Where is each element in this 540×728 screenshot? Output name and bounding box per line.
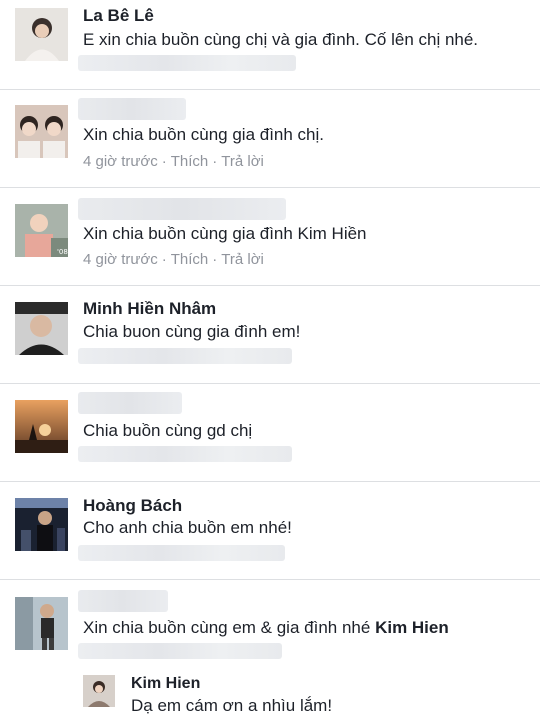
reply-avatar[interactable] bbox=[83, 675, 115, 707]
blurred-meta bbox=[78, 545, 285, 561]
avatar[interactable] bbox=[15, 400, 68, 453]
comment-time: 4 giờ trước bbox=[83, 251, 158, 268]
blurred-meta bbox=[78, 55, 296, 71]
reply-link[interactable]: Trả lời bbox=[221, 251, 264, 268]
comment-author[interactable]: Minh Hiền Nhâm bbox=[83, 299, 216, 319]
blurred-author bbox=[78, 590, 168, 612]
comment-text: Xin chia buồn cùng gia đình Kim Hiền bbox=[83, 224, 367, 243]
blurred-meta bbox=[78, 348, 292, 364]
comment-3: '08 Xin chia buồn cùng gia đình Kim Hiền… bbox=[0, 188, 540, 286]
blurred-author bbox=[78, 98, 186, 120]
avatar[interactable] bbox=[15, 302, 68, 355]
blurred-author bbox=[78, 198, 286, 220]
blurred-author bbox=[78, 392, 182, 414]
like-link[interactable]: Thích bbox=[171, 251, 209, 268]
blurred-meta bbox=[78, 446, 292, 462]
comment-author[interactable]: La Bê Lê bbox=[83, 6, 154, 26]
reply-text: Dạ em cám ơn a nhìu lắm! bbox=[131, 696, 333, 715]
avatar[interactable]: '08 bbox=[15, 204, 68, 257]
separator-dot: · bbox=[212, 153, 218, 170]
comment-4: Minh Hiền Nhâm Chia buon cùng gia đình e… bbox=[0, 286, 540, 384]
comment-2: Xin chia buồn cùng gia đình chị. 4 giờ t… bbox=[0, 90, 540, 188]
comment-7: Xin chia buồn cùng em & gia đình nhé Kim… bbox=[0, 580, 540, 728]
avatar[interactable] bbox=[15, 105, 68, 158]
like-link[interactable]: Thích bbox=[171, 153, 209, 170]
comment-text: Xin chia buồn cùng gia đình chị. bbox=[83, 125, 325, 144]
separator-dot: · bbox=[212, 251, 218, 268]
reply-link[interactable]: Trả lời bbox=[221, 153, 264, 170]
comment-1: La Bê Lê E xin chia buồn cùng chị và gia… bbox=[0, 0, 540, 90]
comment-time: 4 giờ trước bbox=[83, 153, 158, 170]
avatar[interactable] bbox=[15, 8, 68, 61]
blurred-meta bbox=[78, 643, 282, 659]
comment-text: Cho anh chia buồn em nhé! bbox=[83, 518, 292, 537]
separator-dot: · bbox=[161, 251, 167, 268]
comment-meta: 4 giờ trước · Thích · Trả lời bbox=[83, 153, 264, 170]
comment-body: Xin chia buồn cùng em & gia đình nhé bbox=[83, 618, 371, 637]
avatar[interactable] bbox=[15, 597, 68, 650]
comment-6: Hoàng Bách Cho anh chia buồn em nhé! bbox=[0, 482, 540, 580]
comment-text: Chia buồn cùng gd chị bbox=[83, 421, 253, 440]
comment-author[interactable]: Hoàng Bách bbox=[83, 496, 182, 516]
separator-dot: · bbox=[161, 153, 167, 170]
tagged-user[interactable]: Kim Hien bbox=[375, 618, 449, 637]
comment-text: E xin chia buồn cùng chị và gia đình. Cố… bbox=[83, 30, 479, 49]
svg-text:'08: '08 bbox=[57, 248, 68, 256]
comment-text: Chia buon cùng gia đình em! bbox=[83, 322, 301, 341]
comment-5: Chia buồn cùng gd chị bbox=[0, 384, 540, 482]
comment-meta: 4 giờ trước · Thích · Trả lời bbox=[83, 251, 264, 268]
comment-text: Xin chia buồn cùng em & gia đình nhé Kim… bbox=[83, 618, 449, 638]
reply-author[interactable]: Kim Hien bbox=[131, 675, 200, 693]
avatar[interactable] bbox=[15, 498, 68, 551]
